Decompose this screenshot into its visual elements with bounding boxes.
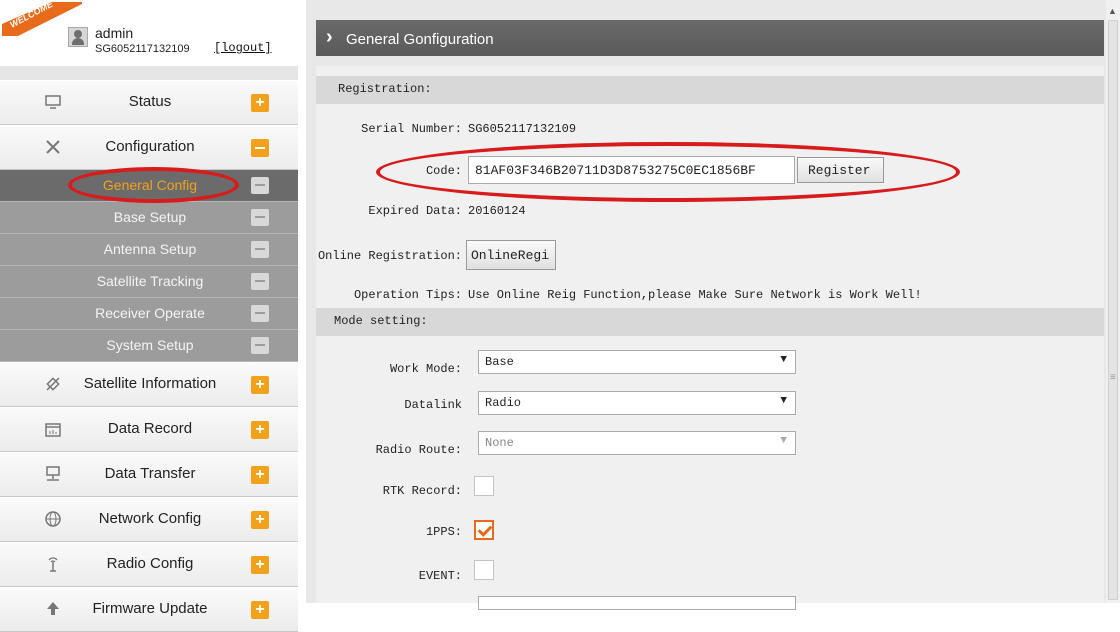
sidebar-subitem-system-setup[interactable]: System Setup (0, 330, 298, 362)
highlight-ring-code (376, 142, 960, 202)
mode-setting-section-header: Mode setting: (316, 308, 1104, 336)
user-panel: WELCOME admin SG6052117132109 [logout] (0, 0, 298, 66)
expand-icon[interactable]: + (251, 556, 269, 574)
expand-icon[interactable]: + (251, 421, 269, 439)
logout-link[interactable]: [logout] (214, 41, 272, 55)
collapse-icon[interactable] (251, 337, 269, 354)
sidebar-item-network-config[interactable]: Network Config + (0, 497, 298, 542)
collapse-icon[interactable] (251, 305, 269, 322)
network-icon (44, 465, 62, 483)
radio-route-select[interactable]: None ▼ (478, 431, 796, 455)
operation-tips-text: Use Online Reig Function,please Make Sur… (468, 288, 922, 302)
datalink-select[interactable]: Radio ▼ (478, 391, 796, 415)
sidebar-item-label: Status (128, 93, 172, 110)
sidebar-subitem-label: Antenna Setup (103, 241, 197, 257)
dropdown-arrow-icon: ▼ (780, 395, 787, 407)
highlight-ring-general-config (68, 167, 239, 203)
radio-route-value: None (485, 436, 514, 450)
username: admin (95, 25, 134, 41)
page-title-bar: › General Gonfiguration (316, 20, 1104, 56)
sidebar: WELCOME admin SG6052117132109 [logout] S… (0, 0, 298, 632)
work-mode-select[interactable]: Base ▼ (478, 350, 796, 374)
sidebar-menu: Status + Configuration General Config Ba… (0, 80, 298, 632)
1pps-checkbox[interactable] (474, 520, 494, 540)
sidebar-item-label: Radio Config (106, 555, 194, 572)
expand-icon[interactable]: + (251, 376, 269, 394)
sidebar-subitem-antenna-setup[interactable]: Antenna Setup (0, 234, 298, 266)
sidebar-subitem-label: Receiver Operate (95, 305, 205, 321)
serial-number-value: SG6052117132109 (468, 122, 577, 136)
chevron-right-icon: › (326, 26, 333, 48)
sidebar-subitem-receiver-operate[interactable]: Receiver Operate (0, 298, 298, 330)
event-label: EVENT: (418, 569, 462, 583)
work-mode-label: Work Mode: (389, 362, 462, 376)
operation-tips-label: Operation Tips: (353, 288, 462, 302)
satellite-icon (44, 375, 62, 393)
sidebar-item-label: Configuration (105, 138, 195, 155)
sidebar-item-data-record[interactable]: Data Record + (0, 407, 298, 452)
dropdown-arrow-icon: ▼ (780, 435, 787, 447)
globe-icon (44, 510, 62, 528)
monitor-icon (44, 93, 62, 111)
scroll-up-icon[interactable]: ▲ (1108, 6, 1117, 16)
radio-route-label: Radio Route: (375, 443, 462, 457)
main-panel: › General Gonfiguration Registration: Se… (306, 0, 1106, 610)
collapse-icon[interactable] (251, 241, 269, 258)
datalink-value: Radio (485, 396, 522, 410)
sidebar-item-label: Data Transfer (104, 465, 196, 482)
work-mode-value: Base (485, 355, 514, 369)
expired-data-label: Expired Data: (368, 204, 462, 218)
expired-data-value: 20160124 (468, 204, 526, 218)
rtk-record-checkbox[interactable] (474, 476, 494, 496)
sidebar-subitem-label: System Setup (106, 337, 194, 353)
calendar-icon (44, 420, 62, 438)
sidebar-separator (0, 66, 298, 80)
sidebar-item-label: Data Record (107, 420, 193, 437)
sidebar-subitem-base-setup[interactable]: Base Setup (0, 202, 298, 234)
registration-section-header: Registration: (316, 76, 1104, 104)
collapse-icon[interactable] (251, 209, 269, 226)
page-title: General Gonfiguration (346, 31, 494, 48)
expand-icon[interactable]: + (251, 511, 269, 529)
section-title: Registration: (338, 82, 432, 96)
expand-icon[interactable]: + (251, 466, 269, 484)
sidebar-item-label: Network Config (98, 510, 202, 527)
sidebar-item-satellite-information[interactable]: Satellite Information + (0, 362, 298, 407)
section-title: Mode setting: (334, 314, 428, 328)
antenna-icon (44, 555, 62, 573)
sidebar-item-firmware-update[interactable]: Firmware Update + (0, 587, 298, 632)
expand-icon[interactable]: + (251, 94, 269, 112)
sidebar-item-radio-config[interactable]: Radio Config + (0, 542, 298, 587)
sidebar-subitem-satellite-tracking[interactable]: Satellite Tracking (0, 266, 298, 298)
user-serial: SG6052117132109 (95, 43, 190, 55)
sidebar-item-label: Satellite Information (83, 375, 217, 392)
collapse-icon[interactable] (251, 139, 269, 157)
datalink-label: Datalink (404, 398, 462, 412)
1pps-label: 1PPS: (425, 525, 462, 539)
tools-icon (44, 138, 62, 156)
sidebar-item-data-transfer[interactable]: Data Transfer + (0, 452, 298, 497)
collapse-icon[interactable] (251, 273, 269, 290)
online-registration-label: Online Registration: (317, 249, 462, 263)
sidebar-subitem-label: Base Setup (113, 209, 187, 225)
scroll-grip-icon: ≡ (1110, 372, 1116, 383)
collapse-icon[interactable] (251, 177, 269, 194)
serial-number-label: Serial Number: (361, 122, 462, 136)
scrollbar-thumb[interactable] (1108, 20, 1118, 600)
sidebar-subitem-label: Satellite Tracking (96, 273, 204, 289)
online-registration-button[interactable]: OnlineRegi (466, 240, 556, 270)
event-checkbox[interactable] (474, 560, 494, 580)
dropdown-arrow-icon: ▼ (780, 354, 787, 366)
sidebar-item-configuration[interactable]: Configuration (0, 125, 298, 170)
next-field-select[interactable] (478, 596, 796, 610)
expand-icon[interactable]: + (251, 601, 269, 619)
sidebar-item-status[interactable]: Status + (0, 80, 298, 125)
user-icon (68, 27, 88, 47)
rtk-record-label: RTK Record: (382, 484, 462, 498)
